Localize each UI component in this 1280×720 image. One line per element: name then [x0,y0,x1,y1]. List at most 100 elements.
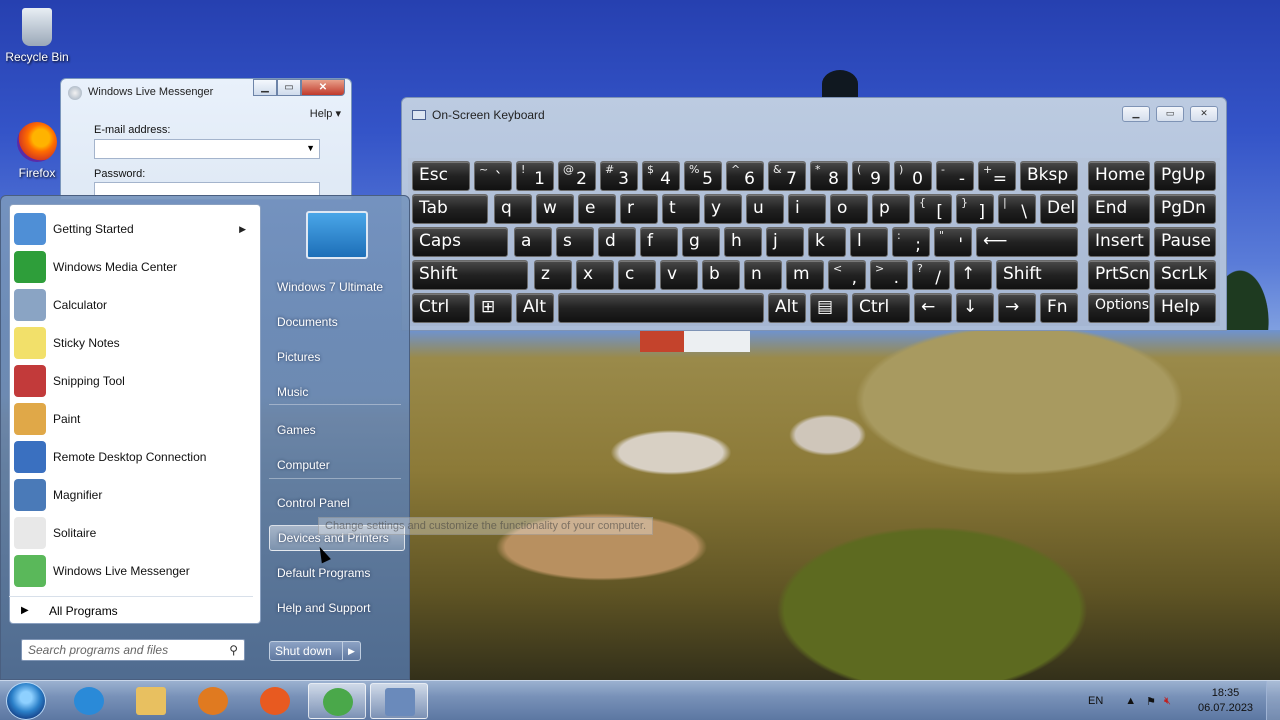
key[interactable]: <, [828,260,866,290]
start-place-item[interactable]: Windows 7 Ultimate [269,274,405,300]
key[interactable]: d [598,227,636,257]
user-picture[interactable] [306,211,368,259]
key[interactable]: :; [892,227,930,257]
help-menu[interactable]: Help ▾ [310,107,341,120]
key[interactable]: g [682,227,720,257]
show-hidden-icons-icon[interactable]: ▲ [1125,695,1136,707]
action-center-icon[interactable]: ⚑ [1146,695,1156,708]
key[interactable]: Fn [1040,293,1078,323]
volume-muted-icon[interactable]: 🔇︎ [1164,695,1171,708]
key[interactable]: ~ ` [474,161,512,191]
key[interactable]: f [640,227,678,257]
key[interactable]: Caps [412,227,508,257]
search-icon[interactable]: ⚲ [229,643,238,657]
key[interactable]: % 5 [684,161,722,191]
key[interactable]: x [576,260,614,290]
key[interactable]: → [998,293,1036,323]
key[interactable]: PgUp [1154,161,1216,191]
key[interactable]: Esc [412,161,470,191]
key[interactable]: m [786,260,824,290]
key[interactable]: ⊞ [474,293,512,323]
key[interactable]: >. [870,260,908,290]
language-indicator[interactable]: EN [1088,695,1103,707]
key[interactable]: ) 0 [894,161,932,191]
key[interactable]: k [808,227,846,257]
taskbar-button[interactable] [308,683,366,719]
minimize-button[interactable]: ▁ [253,79,277,96]
key[interactable]: b [702,260,740,290]
key[interactable]: Pause [1154,227,1216,257]
close-button[interactable]: ✕ [1190,106,1218,122]
desktop-icon-recycle-bin[interactable]: Recycle Bin [2,8,72,64]
program-item[interactable]: Magnifier [14,477,254,513]
key[interactable]: Options [1088,293,1150,323]
chevron-right-icon[interactable]: ▶ [239,224,246,235]
key[interactable]: r [620,194,658,224]
key[interactable]: @2 [558,161,596,191]
key[interactable]: Shift [996,260,1078,290]
key[interactable]: h [724,227,762,257]
key[interactable]: ← [914,293,952,323]
start-place-item[interactable]: Music [269,379,405,405]
start-place-item[interactable]: Games [269,417,405,443]
shutdown-button[interactable]: Shut down ▶ [269,641,361,661]
start-place-item[interactable]: Documents [269,309,405,335]
key[interactable]: w [536,194,574,224]
key[interactable]: i [788,194,826,224]
maximize-button[interactable]: ▭ [277,79,301,96]
program-item[interactable]: Paint [14,401,254,437]
key[interactable]: }] [956,194,994,224]
start-place-item[interactable]: Default Programs [269,560,405,586]
key[interactable]: Ctrl [852,293,910,323]
key[interactable]: o [830,194,868,224]
key[interactable]: Home [1088,161,1150,191]
key[interactable]: z [534,260,572,290]
key[interactable]: Alt [516,293,554,323]
clock[interactable]: 18:35 06.07.2023 [1198,686,1253,716]
key[interactable]: n [744,260,782,290]
key[interactable]: v [660,260,698,290]
key[interactable]: e [578,194,616,224]
key[interactable]: {[ [914,194,952,224]
start-place-item[interactable]: Pictures [269,344,405,370]
key[interactable]: Alt [768,293,806,323]
key[interactable]: Ctrl [412,293,470,323]
key[interactable]: -- [936,161,974,191]
program-item[interactable]: Windows Live Messenger [14,553,254,589]
window-title-bar[interactable]: On-Screen Keyboard [412,108,545,122]
key[interactable]: Del [1040,194,1078,224]
key[interactable]: Shift [412,260,528,290]
taskbar-button[interactable] [122,683,180,719]
key[interactable]: p [872,194,910,224]
key[interactable]: u [746,194,784,224]
search-input[interactable]: Search programs and files ⚲ [21,639,245,661]
key[interactable]: #3 [600,161,638,191]
key[interactable]: ScrLk [1154,260,1216,290]
maximize-button[interactable]: ▭ [1156,106,1184,122]
key[interactable]: ↑ [954,260,992,290]
shutdown-options-button[interactable]: ▶ [342,642,360,660]
key[interactable]: * 8 [810,161,848,191]
key[interactable]: | \ [998,194,1036,224]
program-item[interactable]: Getting Started ▶ [14,211,254,247]
key[interactable]: ! 1 [516,161,554,191]
key[interactable]: $4 [642,161,680,191]
key[interactable]: c [618,260,656,290]
key[interactable]: t [662,194,700,224]
key[interactable]: Insert [1088,227,1150,257]
key[interactable]: q [494,194,532,224]
key[interactable]: ^ 6 [726,161,764,191]
start-button[interactable] [6,682,46,720]
start-place-item[interactable]: Control Panel [269,490,405,516]
chevron-down-icon[interactable]: ▼ [306,143,315,153]
show-desktop-button[interactable] [1266,681,1280,720]
key[interactable]: PgDn [1154,194,1216,224]
all-programs-button[interactable]: ▶ All Programs [9,596,253,624]
key[interactable]: ? / [912,260,950,290]
key[interactable]: Help [1154,293,1216,323]
taskbar-button[interactable] [60,683,118,719]
program-item[interactable]: Calculator [14,287,254,323]
key[interactable]: ▤ [810,293,848,323]
key[interactable]: j [766,227,804,257]
program-item[interactable]: Remote Desktop Connection [14,439,254,475]
